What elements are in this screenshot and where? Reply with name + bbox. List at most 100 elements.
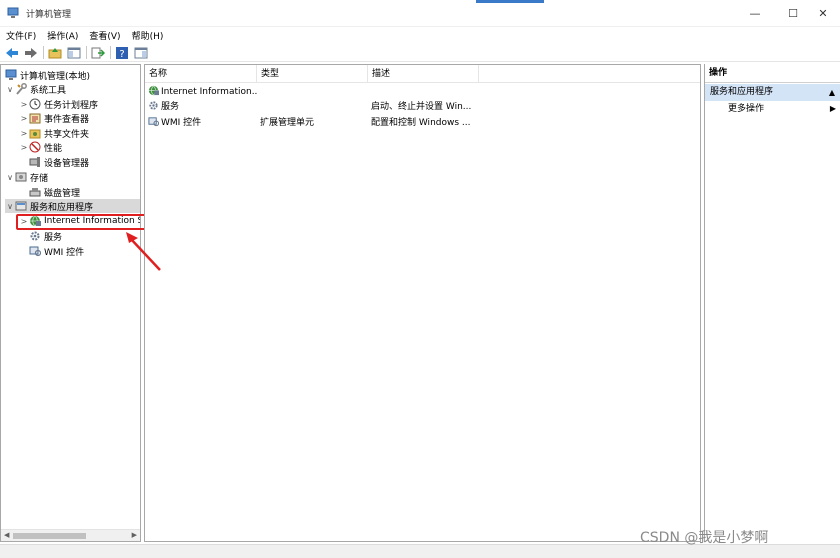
tree-item-computer-management[interactable]: 计算机管理(本地): [3, 68, 90, 82]
help-icon[interactable]: ?: [114, 45, 130, 60]
tree-item-task-scheduler[interactable]: > 任务计划程序: [19, 97, 98, 111]
window-title: 计算机管理: [26, 9, 72, 20]
properties-icon[interactable]: [133, 45, 149, 60]
tree-item-system-tools[interactable]: ∨ 系统工具: [5, 82, 66, 96]
tree-item-event-viewer[interactable]: > 事件查看器: [19, 111, 89, 125]
tools-icon: [15, 83, 27, 95]
collapse-chevron-icon[interactable]: ∨: [5, 173, 15, 182]
shared-folder-icon: [29, 127, 41, 139]
expand-chevron-icon[interactable]: >: [19, 100, 29, 109]
tree-item-label: 事件查看器: [44, 114, 90, 125]
services-apps-icon: [15, 200, 27, 212]
expand-chevron-icon[interactable]: >: [19, 217, 29, 226]
taskbar-accent: [476, 0, 544, 3]
row-description: 启动、终止并设置 Win...: [371, 102, 472, 112]
collapse-chevron-icon[interactable]: ∨: [5, 202, 15, 211]
expand-chevron-icon[interactable]: >: [19, 129, 29, 138]
list-row-services[interactable]: 服务 启动、终止并设置 Win...: [145, 100, 700, 115]
storage-icon: [15, 171, 27, 183]
row-name: 服务: [161, 102, 180, 112]
row-name: Internet Information...: [161, 87, 258, 97]
tree-item-performance[interactable]: > 性能: [19, 140, 62, 154]
tree-item-label: 存储: [30, 173, 49, 184]
minimize-button[interactable]: —: [736, 0, 774, 27]
tree-horizontal-scrollbar[interactable]: ◀ ▶: [1, 529, 140, 541]
row-type: [260, 100, 368, 115]
red-arrow-annotation: [126, 232, 161, 271]
computer-management-icon: [7, 7, 19, 19]
iis-globe-icon: [148, 85, 159, 96]
tree-item-label: 共享文件夹: [44, 129, 90, 140]
tree-item-iis[interactable]: > Internet Information S: [19, 214, 141, 228]
list-row-iis[interactable]: Internet Information...: [145, 85, 700, 100]
actions-section-label: 服务和应用程序: [710, 87, 774, 97]
actions-header: 操作: [705, 64, 840, 83]
show-tree-icon[interactable]: [66, 45, 82, 60]
column-header-type[interactable]: 类型: [257, 65, 368, 83]
tree-item-label: 计算机管理(本地): [20, 71, 91, 82]
action-label: 更多操作: [728, 104, 765, 114]
collapse-chevron-icon[interactable]: ∨: [5, 85, 15, 94]
menu-action[interactable]: 操作(A): [41, 29, 83, 42]
svg-text:?: ?: [119, 49, 124, 59]
tree-item-storage[interactable]: ∨ 存储: [5, 170, 48, 184]
event-viewer-icon: [29, 112, 41, 124]
row-description: 配置和控制 Windows ...: [371, 118, 471, 128]
tree-item-label: 系统工具: [30, 85, 67, 96]
tree-item-label: 服务和应用程序: [30, 202, 94, 213]
expand-chevron-icon[interactable]: >: [19, 143, 29, 152]
toolbar-separator: [86, 46, 87, 59]
menu-bar: 文件(F) 操作(A) 查看(V) 帮助(H): [0, 27, 840, 43]
tree-item-services[interactable]: 服务: [19, 229, 62, 243]
collapse-up-icon[interactable]: ▲: [829, 84, 835, 101]
toolbar-separator: [43, 46, 44, 59]
scroll-right-icon[interactable]: ▶: [132, 531, 137, 539]
tree-item-services-and-apps[interactable]: ∨ 服务和应用程序: [5, 199, 140, 213]
tree-item-label: Internet Information S: [44, 216, 141, 226]
list-header: 名称 类型 描述: [145, 65, 700, 83]
expand-chevron-icon[interactable]: >: [19, 114, 29, 123]
row-name: WMI 控件: [161, 118, 202, 128]
wmi-icon: [148, 116, 160, 127]
clock-icon: [29, 98, 41, 110]
row-description: [371, 85, 481, 100]
forward-icon[interactable]: [23, 45, 39, 60]
wmi-icon: [29, 245, 42, 257]
actions-pane: 操作 服务和应用程序 ▲ 更多操作 ▶: [704, 64, 840, 542]
computer-icon: [5, 69, 17, 81]
action-more-actions[interactable]: 更多操作 ▶: [705, 101, 840, 117]
menu-view[interactable]: 查看(V): [83, 29, 125, 42]
menu-help[interactable]: 帮助(H): [126, 29, 169, 42]
scroll-left-icon[interactable]: ◀: [4, 531, 9, 539]
gear-icon: [29, 230, 41, 242]
device-manager-icon: [29, 156, 41, 168]
tree-item-label: 性能: [44, 143, 63, 154]
gear-icon: [148, 100, 159, 111]
column-header-description[interactable]: 描述: [368, 65, 479, 83]
tree-item-wmi-control[interactable]: WMI 控件: [19, 244, 84, 258]
column-header-name[interactable]: 名称: [145, 65, 257, 83]
list-row-wmi[interactable]: WMI 控件 扩展管理单元 配置和控制 Windows ...: [145, 116, 700, 131]
tree-item-device-manager[interactable]: 设备管理器: [19, 155, 89, 169]
tree-item-label: 任务计划程序: [44, 100, 99, 111]
tree-item-label: WMI 控件: [44, 247, 85, 258]
tree-item-disk-management[interactable]: 磁盘管理: [19, 185, 80, 199]
actions-section-services-apps[interactable]: 服务和应用程序 ▲: [705, 84, 840, 101]
back-icon[interactable]: [4, 45, 20, 60]
result-list[interactable]: 名称 类型 描述 Internet Information... 服务 启动、终…: [144, 64, 701, 542]
tree-item-shared-folders[interactable]: > 共享文件夹: [19, 126, 89, 140]
performance-icon: [29, 141, 41, 153]
scrollbar-thumb[interactable]: [13, 533, 86, 539]
menu-file[interactable]: 文件(F): [0, 29, 41, 42]
title-bar: 计算机管理 — ☐ ✕: [0, 0, 840, 27]
iis-globe-icon: [29, 215, 41, 227]
submenu-arrow-icon: ▶: [829, 104, 836, 113]
console-tree[interactable]: 计算机管理(本地) ∨ 系统工具 > 任务计划程序 > 事件查看器 > 共享文件…: [0, 64, 141, 542]
row-type: 扩展管理单元: [260, 118, 315, 128]
up-folder-icon[interactable]: [47, 45, 63, 60]
close-button[interactable]: ✕: [804, 0, 840, 27]
export-icon[interactable]: [90, 45, 106, 60]
row-type: [260, 85, 368, 100]
toolbar: ?: [0, 44, 840, 62]
tree-item-label: 磁盘管理: [44, 188, 81, 199]
